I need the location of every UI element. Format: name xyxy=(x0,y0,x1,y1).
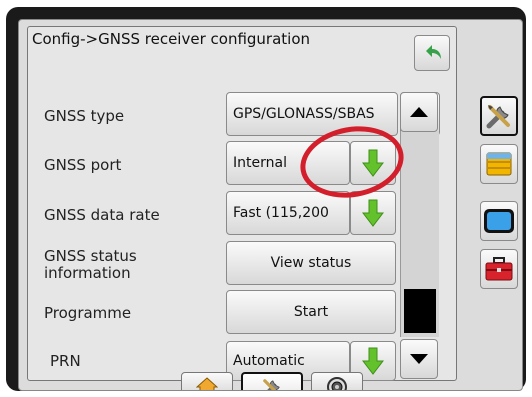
gnss-type-label: GNSS type xyxy=(44,107,125,125)
config-panel: Config->GNSS receiver configuration GNSS… xyxy=(27,26,457,381)
side-tools-button[interactable] xyxy=(480,96,518,136)
scroll-down-button[interactable] xyxy=(400,339,438,379)
file-cabinet-icon xyxy=(486,152,512,176)
down-arrow-icon xyxy=(362,149,384,177)
prn-label: PRN xyxy=(50,352,81,370)
scrollbar-thumb[interactable] xyxy=(404,289,436,333)
down-arrow-icon xyxy=(362,347,384,375)
tab-settings[interactable] xyxy=(241,372,303,390)
gnss-port-select[interactable]: Internal xyxy=(226,141,350,185)
back-button[interactable] xyxy=(414,35,450,71)
toolbox-icon xyxy=(485,257,513,281)
screen: Config->GNSS receiver configuration GNSS… xyxy=(18,19,523,391)
side-display-button[interactable] xyxy=(480,201,518,241)
gnss-type-select[interactable]: GPS/GLONASS/SBAS xyxy=(226,92,398,136)
gnss-data-rate-select[interactable]: Fast (115,200 xyxy=(226,191,350,235)
tab-camera[interactable] xyxy=(311,372,363,390)
gnss-data-rate-dropdown-button[interactable] xyxy=(350,191,396,235)
programme-label: Programme xyxy=(44,304,132,322)
gnss-port-dropdown-button[interactable] xyxy=(350,141,396,185)
side-toolbox-button[interactable] xyxy=(480,249,518,289)
programme-start-button[interactable]: Start xyxy=(226,290,396,334)
tools-icon xyxy=(486,105,510,129)
home-icon xyxy=(196,377,218,390)
gnss-port-label: GNSS port xyxy=(44,156,122,174)
triangle-up-icon xyxy=(410,107,428,117)
triangle-down-icon xyxy=(410,354,428,364)
tab-home[interactable] xyxy=(181,372,233,390)
side-files-button[interactable] xyxy=(480,144,518,184)
scroll-up-button[interactable] xyxy=(400,92,438,132)
camera-icon xyxy=(327,377,347,390)
gnss-data-rate-label: GNSS data rate xyxy=(44,206,160,224)
device-frame: Config->GNSS receiver configuration GNSS… xyxy=(6,7,526,391)
display-icon xyxy=(484,209,514,233)
page-title: Config->GNSS receiver configuration xyxy=(32,30,311,48)
back-arrow-icon xyxy=(426,45,441,59)
view-status-button[interactable]: View status xyxy=(226,241,396,285)
down-arrow-icon xyxy=(362,199,384,227)
gnss-status-label: GNSS status information xyxy=(44,247,137,282)
tools-icon xyxy=(263,379,280,390)
